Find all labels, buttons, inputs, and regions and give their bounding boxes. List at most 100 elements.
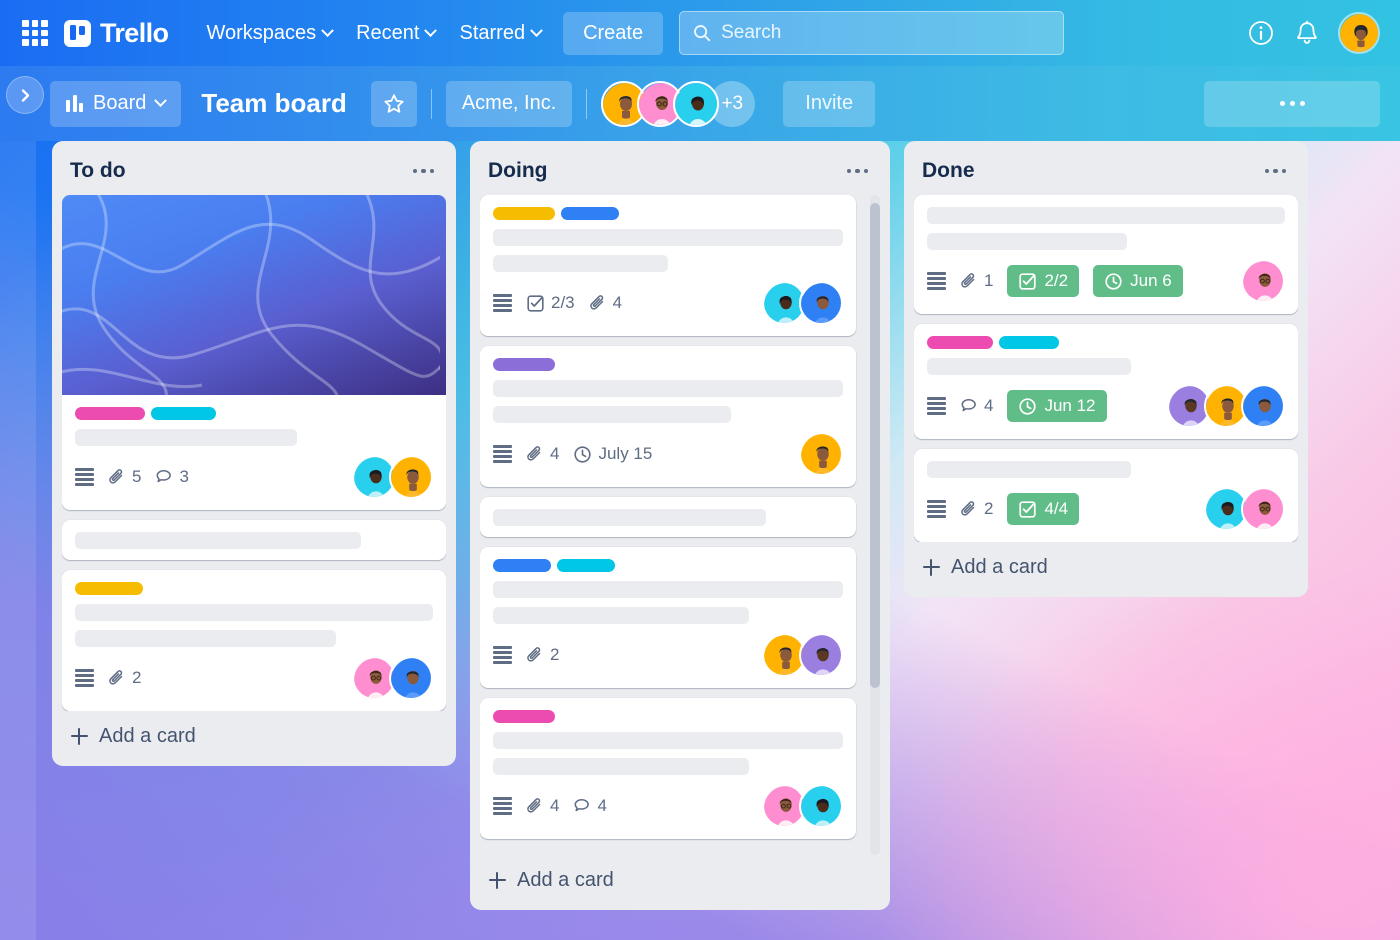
card[interactable]: 4 Jun 12	[914, 324, 1298, 439]
search-box[interactable]: Search	[679, 11, 1065, 55]
card-subtitle-placeholder	[493, 406, 731, 423]
card-label[interactable]	[493, 358, 555, 371]
checklist-badge: 2/3	[526, 293, 575, 313]
profile-avatar[interactable]	[1338, 12, 1380, 54]
description-icon	[75, 669, 94, 687]
list-menu-button[interactable]	[409, 163, 439, 180]
card-badges: 4 4	[493, 796, 607, 816]
card-label[interactable]	[151, 407, 216, 420]
add-card-button-done[interactable]: Add a card	[914, 542, 1298, 589]
card[interactable]: 4 4	[480, 698, 856, 839]
attachment-badge: 4	[526, 444, 559, 464]
card[interactable]	[62, 520, 446, 560]
card-subtitle-placeholder	[75, 630, 337, 647]
search-icon	[694, 25, 711, 42]
card-labels	[493, 358, 843, 371]
board-view-label: Board	[93, 92, 147, 114]
list-title: Doing	[488, 159, 548, 182]
board-view-switcher[interactable]: Board	[50, 80, 182, 127]
card-member-avatar[interactable]	[799, 633, 843, 677]
trello-logo[interactable]: Trello	[64, 18, 169, 49]
star-board-button[interactable]	[370, 80, 417, 127]
nav-starred[interactable]: Starred	[447, 14, 553, 53]
card-label[interactable]	[561, 207, 619, 220]
card[interactable]: 2 4/4	[914, 449, 1298, 542]
card[interactable]: 2/3 4	[480, 195, 856, 336]
due-date-badge: July 15	[573, 444, 652, 464]
comment-count: 4	[984, 396, 994, 415]
checklist-complete-badge: 2/2	[1007, 265, 1080, 297]
card-members	[1241, 259, 1285, 303]
card-footer: 4 Jun 12	[927, 384, 1285, 428]
card-member-avatar[interactable]	[799, 281, 843, 325]
info-icon[interactable]	[1246, 18, 1276, 48]
attachment-count: 2	[984, 499, 994, 518]
card-label[interactable]	[999, 336, 1059, 349]
comment-count: 3	[179, 467, 189, 486]
list-menu-button[interactable]	[1261, 163, 1291, 180]
card[interactable]: 1 2/2 Jun 6	[914, 195, 1298, 314]
grid-apps-icon[interactable]	[22, 20, 48, 46]
chevron-down-icon	[321, 23, 334, 37]
card-labels	[75, 582, 433, 595]
invite-button[interactable]: Invite	[783, 80, 876, 127]
card-label[interactable]	[493, 207, 555, 220]
chevron-down-icon	[154, 94, 168, 108]
card-badges: 1 2/2 Jun 6	[927, 265, 1183, 297]
checklist-icon	[527, 294, 544, 312]
clock-icon	[574, 445, 592, 463]
card-label[interactable]	[75, 407, 145, 420]
card-title-placeholder	[927, 358, 1132, 375]
card[interactable]	[480, 497, 856, 537]
attachment-badge: 5	[108, 467, 141, 487]
list-menu-button[interactable]	[843, 163, 873, 180]
sidebar-toggle-button[interactable]	[6, 76, 44, 114]
attachment-count: 5	[132, 467, 142, 486]
nav-workspaces[interactable]: Workspaces	[194, 14, 344, 53]
attachment-count: 2	[132, 668, 142, 687]
create-button[interactable]: Create	[563, 11, 664, 55]
list-scrollbar-track[interactable]	[870, 195, 880, 855]
card[interactable]: 2	[480, 547, 856, 688]
nav-recent[interactable]: Recent	[344, 14, 447, 53]
card[interactable]: 5 3	[62, 195, 446, 510]
add-card-button-doing[interactable]: Add a card	[480, 855, 880, 902]
card-member-avatar[interactable]	[1241, 487, 1285, 531]
top-navigation-bar: Trello Workspaces Recent Starred Create …	[0, 0, 1400, 66]
checklist-count: 2/3	[551, 293, 575, 312]
board-menu-button[interactable]	[1204, 80, 1380, 127]
card-footer: 4 4	[493, 784, 843, 828]
add-card-button-todo[interactable]: Add a card	[62, 711, 446, 758]
card-label[interactable]	[75, 582, 143, 595]
card-footer: 2	[75, 656, 433, 700]
card-label[interactable]	[493, 559, 551, 572]
card-member-avatar[interactable]	[1241, 384, 1285, 428]
card-label[interactable]	[557, 559, 615, 572]
attachment-count: 4	[550, 796, 560, 815]
paperclip-icon	[527, 647, 541, 662]
checklist-icon	[1019, 500, 1037, 518]
header-divider	[430, 88, 432, 119]
card[interactable]: 4 July 15	[480, 346, 856, 487]
card-labels	[493, 559, 843, 572]
card-label[interactable]	[493, 710, 555, 723]
card[interactable]: 2	[62, 570, 446, 711]
description-icon	[927, 500, 946, 518]
member-avatar[interactable]	[673, 80, 720, 127]
card-badges: 2	[75, 668, 141, 688]
card-title-placeholder	[493, 229, 843, 246]
card-title-placeholder	[75, 429, 297, 446]
card-label[interactable]	[927, 336, 993, 349]
card-member-avatar[interactable]	[1241, 259, 1285, 303]
card-member-avatar[interactable]	[389, 656, 433, 700]
card-member-avatar[interactable]	[799, 784, 843, 828]
card-member-avatar[interactable]	[799, 432, 843, 476]
comment-badge: 3	[155, 467, 189, 487]
card-member-avatar[interactable]	[389, 455, 433, 499]
bell-icon[interactable]	[1292, 18, 1322, 48]
workspace-chip[interactable]: Acme, Inc.	[445, 80, 573, 127]
list-scrollbar-thumb[interactable]	[870, 203, 880, 688]
chevron-right-icon	[21, 88, 29, 102]
workspace-name: Acme, Inc.	[461, 92, 557, 114]
attachment-count: 4	[550, 444, 560, 463]
